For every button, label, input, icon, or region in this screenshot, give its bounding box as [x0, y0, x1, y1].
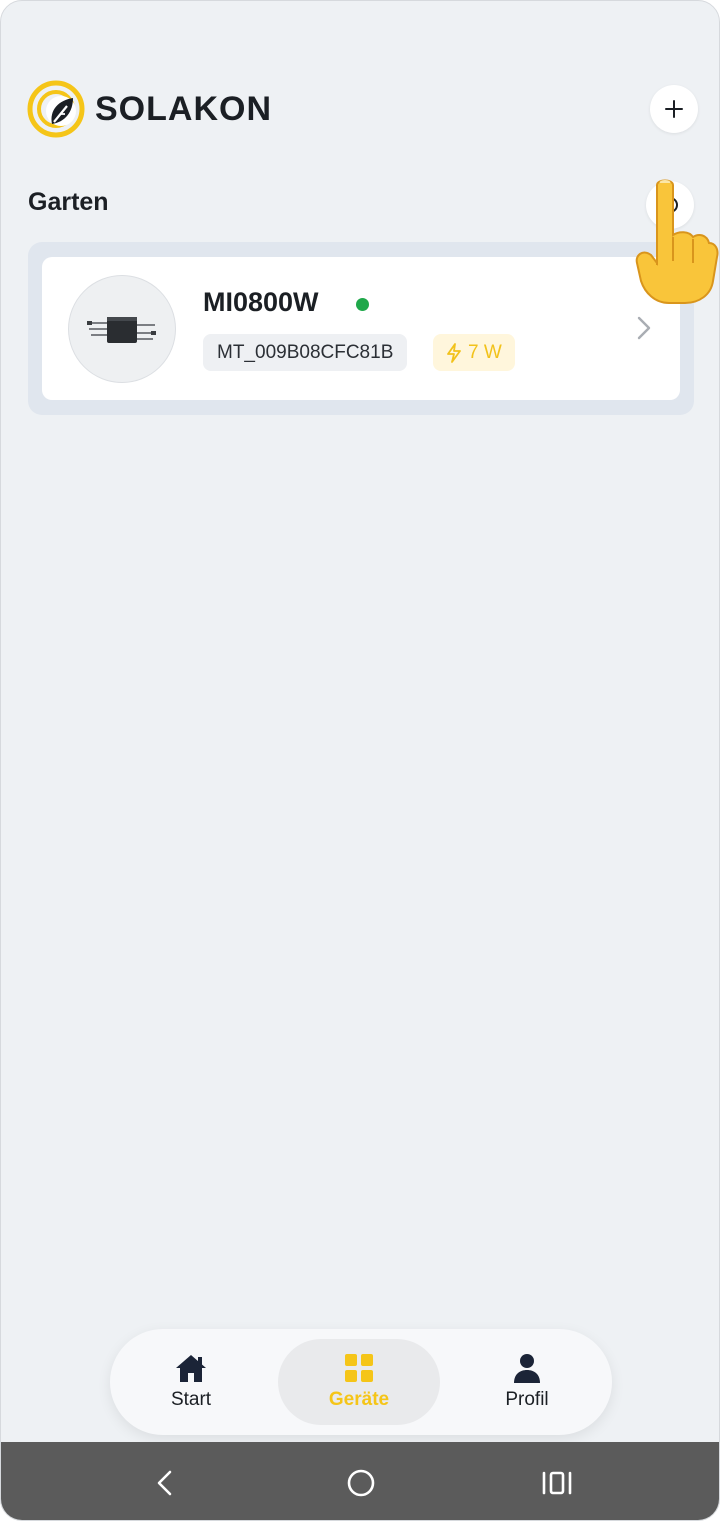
- lightning-icon: [447, 342, 461, 363]
- nav-devices-label: Geräte: [328, 1389, 390, 1410]
- device-thumbnail: [68, 275, 176, 383]
- nav-start[interactable]: Start: [110, 1339, 272, 1425]
- system-navigation-bar: [1, 1442, 719, 1520]
- home-icon: [176, 1355, 206, 1382]
- device-name: MI0800W: [203, 287, 319, 317]
- plus-icon: [665, 100, 683, 118]
- group-title: Garten: [28, 188, 109, 216]
- person-icon: [514, 1354, 540, 1383]
- device-card[interactable]: MI0800W MT_009B08CFC81B 7 W: [42, 257, 680, 400]
- nav-profile-label: Profil: [505, 1389, 549, 1410]
- serial-number-chip: MT_009B08CFC81B: [203, 334, 408, 371]
- serial-number: MT_009B08CFC81B: [217, 341, 394, 363]
- app-screen: SOLAKON Garten MI0800W MT_009B08CFC81B 7…: [0, 0, 720, 1521]
- system-back-button[interactable]: [145, 1466, 185, 1500]
- brand-name: SOLAKON: [95, 89, 272, 128]
- power-chip: 7 W: [433, 334, 515, 371]
- pointing-hand-icon: [635, 179, 719, 304]
- nav-start-label: Start: [170, 1389, 212, 1410]
- nav-profile[interactable]: Profil: [446, 1339, 608, 1425]
- add-device-button[interactable]: [650, 85, 698, 133]
- system-home-button[interactable]: [341, 1466, 381, 1500]
- power-value: 7 W: [468, 341, 502, 363]
- solakon-logo-icon: [27, 80, 85, 138]
- inverter-image-icon: [87, 317, 156, 343]
- recent-apps-icon: [542, 1471, 572, 1495]
- device-group: MI0800W MT_009B08CFC81B 7 W: [28, 242, 694, 415]
- nav-devices[interactable]: Geräte: [278, 1339, 440, 1425]
- home-circle-icon: [347, 1469, 375, 1497]
- online-status-dot: [356, 298, 369, 311]
- system-recent-apps-button[interactable]: [537, 1466, 577, 1500]
- bottom-navigation: Start Geräte Profil: [110, 1329, 612, 1435]
- chevron-right-icon: [637, 316, 651, 340]
- back-icon: [157, 1470, 172, 1496]
- app-logo: SOLAKON: [27, 80, 272, 138]
- grid-icon: [345, 1354, 373, 1382]
